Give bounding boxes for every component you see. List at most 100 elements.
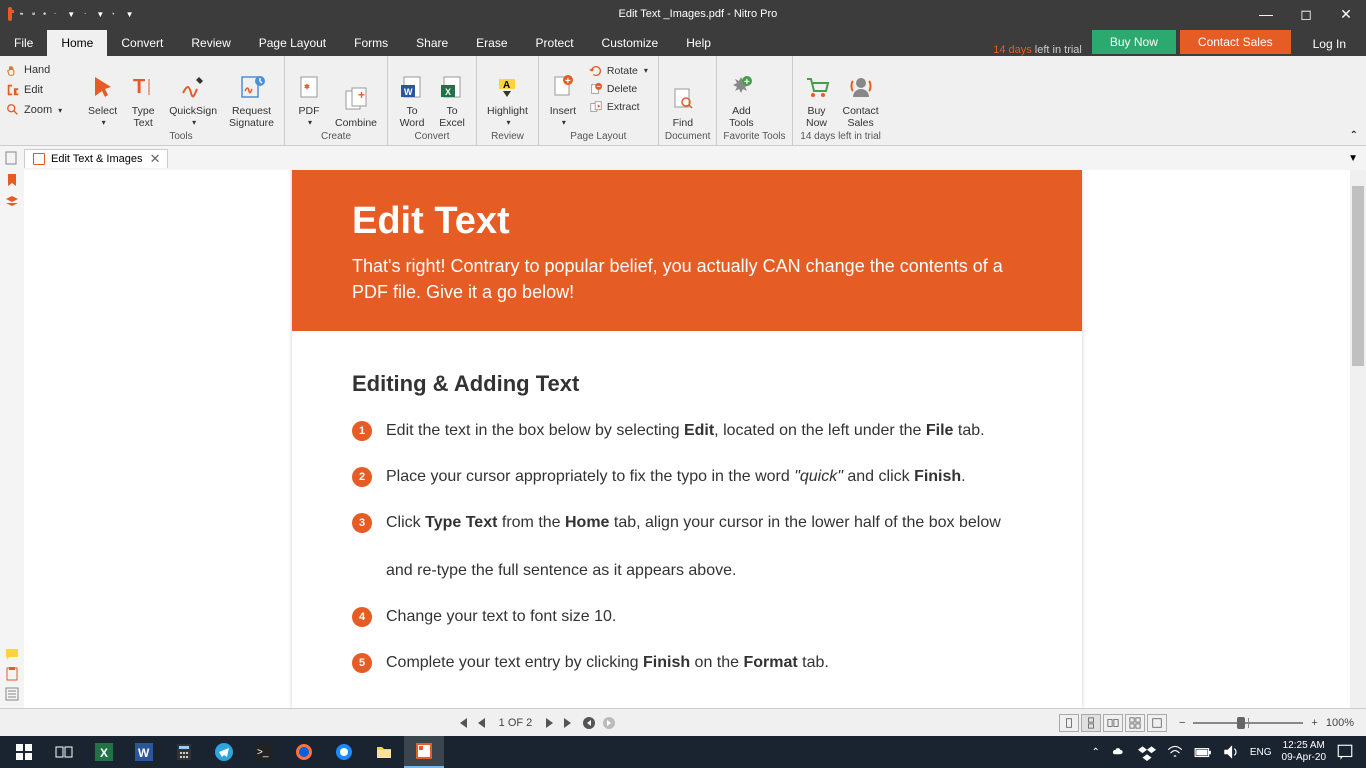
tab-page-layout[interactable]: Page Layout [245, 30, 340, 56]
select-button[interactable]: Select▾ [84, 60, 121, 129]
document-tab[interactable]: Edit Text & Images ✕ [24, 149, 168, 168]
tray-clock[interactable]: 12:25 AM09-Apr-20 [1282, 740, 1326, 764]
tab-convert[interactable]: Convert [107, 30, 177, 56]
undo-icon[interactable] [54, 12, 57, 15]
tray-dropbox-icon[interactable] [1138, 743, 1156, 761]
doc-tab-close-icon[interactable]: ✕ [150, 151, 161, 167]
request-signature-button[interactable]: RequestSignature [225, 60, 278, 129]
redo-dropdown-icon[interactable]: ▼ [96, 10, 104, 19]
edit-tool[interactable]: Edit [6, 80, 72, 100]
next-view-icon[interactable] [602, 716, 616, 730]
to-word-button[interactable]: WToWord [394, 60, 430, 129]
tab-forms[interactable]: Forms [340, 30, 402, 56]
zoom-tool[interactable]: Zoom▾ [6, 100, 72, 120]
step-text: Click Type Text from the Home tab, align… [386, 511, 1001, 583]
tray-expand-icon[interactable]: ⌃ [1091, 747, 1099, 758]
prev-page-icon[interactable] [475, 716, 489, 730]
taskbar-calculator-icon[interactable] [164, 736, 204, 768]
tray-notifications-icon[interactable] [1336, 743, 1354, 761]
tab-help[interactable]: Help [672, 30, 725, 56]
view-fullscreen-icon[interactable] [1147, 714, 1167, 732]
tab-share[interactable]: Share [402, 30, 462, 56]
close-button[interactable]: ✕ [1326, 0, 1366, 28]
tab-erase[interactable]: Erase [462, 30, 521, 56]
view-facing-continuous-icon[interactable] [1125, 714, 1145, 732]
add-tools-button[interactable]: +AddTools [723, 60, 759, 129]
view-continuous-icon[interactable] [1081, 714, 1101, 732]
taskbar-firefox-icon[interactable] [284, 736, 324, 768]
type-text-button[interactable]: TTypeText [125, 60, 161, 129]
print-icon[interactable] [43, 12, 46, 15]
to-excel-button[interactable]: XToExcel [434, 60, 470, 129]
first-page-icon[interactable] [455, 716, 469, 730]
taskbar-1password-icon[interactable] [324, 736, 364, 768]
find-button[interactable]: Find [665, 60, 701, 129]
cursor-dropdown-icon[interactable]: ▼ [126, 10, 134, 19]
buy-now-button[interactable]: Buy Now [1092, 30, 1176, 54]
undo-dropdown-icon[interactable]: ▼ [67, 10, 75, 19]
extract-button[interactable]: Extract [589, 98, 648, 116]
ribbon-view-panel: Hand Edit Zoom▾ [0, 56, 78, 145]
redo-icon[interactable] [83, 12, 86, 15]
tab-file[interactable]: File [0, 30, 47, 56]
document-viewport[interactable]: Edit Text That's right! Contrary to popu… [24, 170, 1350, 708]
task-view-icon[interactable] [44, 736, 84, 768]
maximize-button[interactable]: ◻ [1286, 0, 1326, 28]
tab-home[interactable]: Home [47, 30, 107, 56]
svg-text:+: + [744, 77, 750, 88]
tab-customize[interactable]: Customize [588, 30, 673, 56]
taskbar-excel-icon[interactable]: X [84, 736, 124, 768]
contact-sales-button[interactable]: Contact Sales [1180, 30, 1291, 54]
open-icon[interactable] [20, 12, 23, 15]
comment-panel-icon[interactable] [4, 646, 20, 662]
output-panel-icon[interactable] [4, 686, 20, 702]
tray-onedrive-icon[interactable] [1110, 743, 1128, 761]
login-button[interactable]: Log In [1293, 32, 1366, 56]
quicksign-button[interactable]: QuickSign▾ [165, 60, 221, 129]
taskbar-telegram-icon[interactable] [204, 736, 244, 768]
tab-review[interactable]: Review [177, 30, 244, 56]
prev-view-icon[interactable] [582, 716, 596, 730]
delete-button[interactable]: Delete [589, 80, 648, 98]
attachments-panel-icon[interactable] [4, 666, 20, 682]
contact-sales-ribbon-button[interactable]: ContactSales [839, 60, 883, 129]
taskbar-nitro-icon[interactable] [404, 736, 444, 768]
step-text: Change your text to font size 10. [386, 605, 616, 629]
rotate-button[interactable]: Rotate▾ [589, 62, 648, 80]
vertical-scrollbar[interactable] [1350, 170, 1366, 708]
svg-text:+: + [565, 76, 571, 87]
last-page-icon[interactable] [562, 716, 576, 730]
view-facing-icon[interactable] [1103, 714, 1123, 732]
save-icon[interactable] [32, 12, 35, 15]
tray-language[interactable]: ENG [1250, 747, 1272, 758]
buy-now-ribbon-button[interactable]: BuyNow [799, 60, 835, 129]
zoom-slider[interactable] [1193, 722, 1303, 724]
hand-tool[interactable]: Hand [6, 60, 72, 80]
start-button[interactable] [4, 736, 44, 768]
combine-button[interactable]: +Combine [331, 60, 381, 129]
tray-volume-icon[interactable] [1222, 743, 1240, 761]
tab-protect[interactable]: Protect [522, 30, 588, 56]
pdf-button[interactable]: ✱PDF▾ [291, 60, 327, 129]
insert-button[interactable]: +Insert▾ [545, 60, 581, 129]
taskbar-word-icon[interactable]: W [124, 736, 164, 768]
minimize-button[interactable]: — [1246, 0, 1286, 28]
next-page-icon[interactable] [542, 716, 556, 730]
layers-panel-icon[interactable] [4, 194, 20, 210]
zoom-in-icon[interactable]: + [1311, 717, 1317, 729]
zoom-out-icon[interactable]: − [1179, 717, 1185, 729]
pages-panel-icon[interactable] [4, 150, 20, 166]
view-single-icon[interactable] [1059, 714, 1079, 732]
doc-tab-dropdown-icon[interactable]: ▼ [1340, 153, 1366, 164]
taskbar-explorer-icon[interactable] [364, 736, 404, 768]
highlight-button[interactable]: AHighlight▾ [483, 60, 532, 129]
taskbar-terminal-icon[interactable]: >_ [244, 736, 284, 768]
cursor-icon[interactable] [112, 12, 115, 15]
tray-wifi-icon[interactable] [1166, 743, 1184, 761]
to-word-label: ToWord [400, 105, 425, 129]
bookmarks-panel-icon[interactable] [4, 172, 20, 188]
step-text: Complete your text entry by clicking Fin… [386, 651, 829, 675]
svg-text:✱: ✱ [304, 83, 310, 91]
collapse-ribbon-icon[interactable]: ⌃ [1350, 130, 1358, 141]
tray-battery-icon[interactable] [1194, 743, 1212, 761]
